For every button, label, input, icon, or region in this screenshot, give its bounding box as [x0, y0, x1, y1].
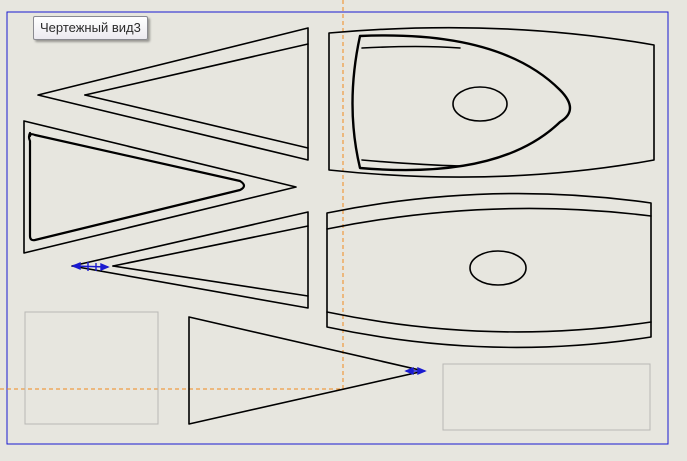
- view-name-tooltip: Чертежный вид3: [33, 16, 148, 40]
- part-wedge-top-left[interactable]: [37, 27, 309, 161]
- panel-bottom-hole: [469, 250, 527, 286]
- placeholder-frame-left: [24, 311, 159, 425]
- part-panel-bottom-right[interactable]: [326, 192, 652, 349]
- part-panel-top-right[interactable]: [328, 26, 655, 178]
- drawing-canvas[interactable]: [0, 0, 687, 461]
- part-wedge-middle[interactable]: [71, 211, 309, 309]
- sheet-border: [6, 11, 669, 445]
- panel-top-hole: [452, 86, 508, 122]
- placeholder-frame-right: [442, 363, 651, 431]
- part-triangle-left[interactable]: [23, 120, 297, 254]
- part-triangle-bottom[interactable]: [188, 316, 425, 425]
